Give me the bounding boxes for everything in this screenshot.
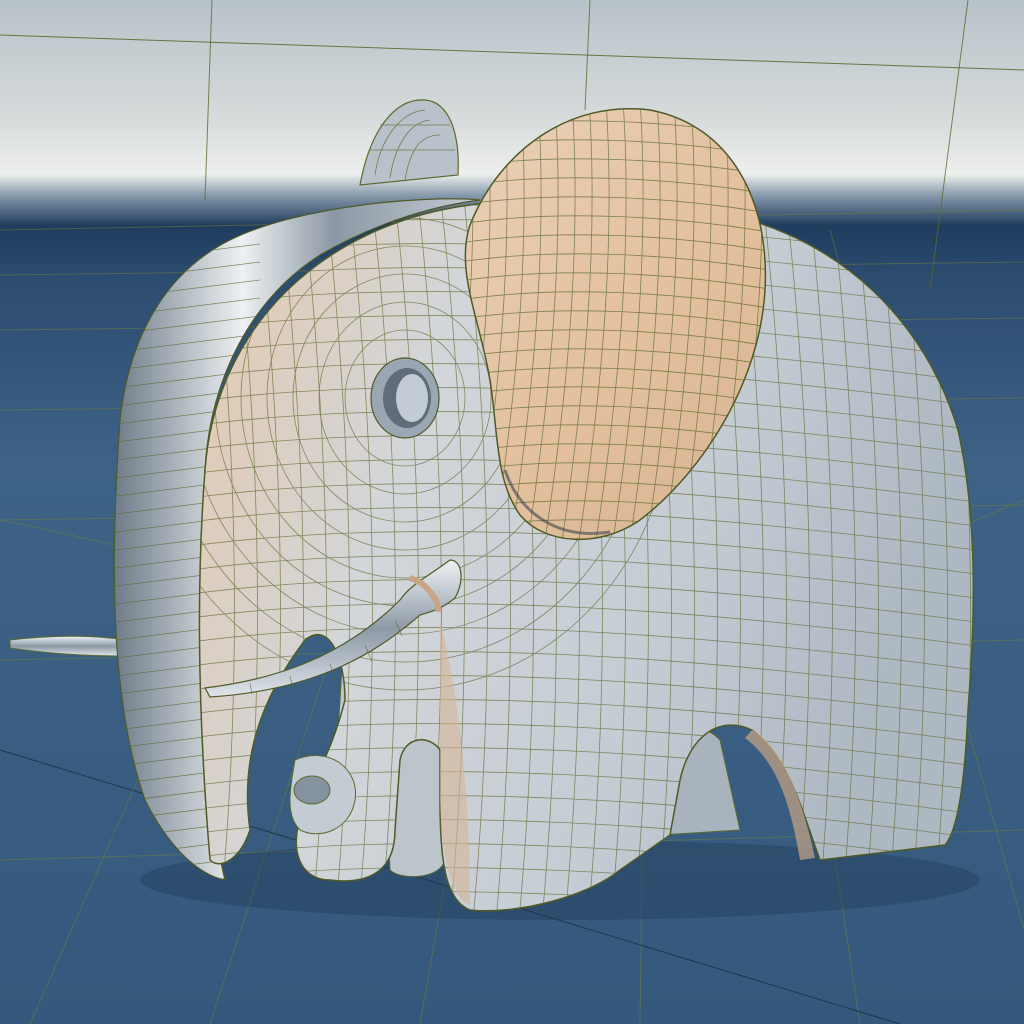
eye-hole [370,357,440,439]
3d-viewport[interactable] [0,0,1024,1024]
render-canvas [0,0,1024,1024]
